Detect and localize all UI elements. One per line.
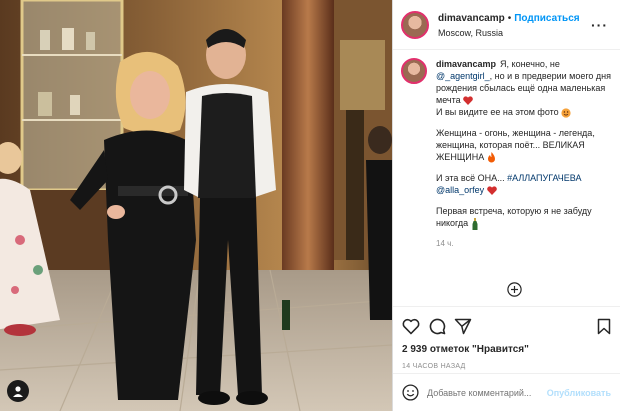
comment-age: 14 ч. bbox=[436, 238, 454, 248]
post-time[interactable]: 14 ЧАСОВ НАЗАД bbox=[402, 363, 611, 370]
likes-number: 2 939 bbox=[402, 344, 428, 355]
post-sidebar: dimavancamp • Подписаться Moscow, Russia ·… bbox=[392, 0, 620, 411]
hashtag-link[interactable]: #АЛЛАПУГАЧЕВА bbox=[507, 173, 581, 183]
share-icon[interactable] bbox=[454, 318, 472, 335]
post-actions: 2 939 отметок "Нравится" 14 ЧАСОВ НАЗАД bbox=[393, 306, 620, 370]
likes-count[interactable]: 2 939 отметок "Нравится" bbox=[402, 344, 611, 355]
caption-username[interactable]: dimavancamp bbox=[436, 59, 496, 69]
bookmark-icon[interactable] bbox=[597, 318, 611, 335]
emoji-icon[interactable] bbox=[402, 384, 419, 401]
caption-avatar[interactable] bbox=[401, 58, 427, 84]
header-username[interactable]: dimavancamp bbox=[438, 13, 505, 24]
separator-dot: • bbox=[507, 12, 512, 24]
publish-button[interactable]: Опубликовать bbox=[547, 388, 611, 398]
post-header: dimavancamp • Подписаться Moscow, Russia ·… bbox=[393, 0, 620, 50]
plus-circle-icon[interactable] bbox=[507, 282, 522, 297]
action-icons bbox=[402, 315, 611, 337]
more-options-icon[interactable]: ··· bbox=[587, 17, 612, 33]
heart-emoji-icon bbox=[463, 96, 473, 106]
likes-label: отметок "Нравится" bbox=[429, 344, 529, 355]
user-icon[interactable] bbox=[7, 380, 29, 402]
fire-emoji-icon bbox=[487, 152, 495, 163]
header-text: dimavancamp • Подписаться Moscow, Russia bbox=[438, 10, 587, 40]
heart-outline-icon[interactable] bbox=[402, 318, 420, 335]
avatar[interactable] bbox=[401, 10, 429, 39]
caption-paragraph-4: Первая встреча, которую я не забуду нико… bbox=[436, 205, 614, 230]
add-comment-bar: Опубликовать bbox=[393, 373, 620, 411]
mention-link[interactable]: @_agentgirl_ bbox=[436, 71, 490, 81]
comments-section: dimavancamp Я, конечно, не @_agentgirl_, … bbox=[401, 58, 614, 306]
location-link[interactable]: Moscow, Russia bbox=[438, 26, 587, 40]
caption-para2: Женщина - огонь, женщина - легенда, женщ… bbox=[436, 128, 595, 162]
caption-paragraph-3: И эта всё ОНА... #АЛЛАПУГАЧЕВА @alla_orf… bbox=[436, 172, 614, 196]
caption-line2: И вы видите ее на этом фото bbox=[436, 107, 559, 117]
caption-line1-before: Я, конечно, не bbox=[500, 59, 560, 69]
caption-text: dimavancamp Я, конечно, не @_agentgirl_, … bbox=[436, 58, 614, 250]
heart-emoji-icon bbox=[486, 186, 497, 196]
photo-illustration bbox=[0, 0, 392, 411]
follow-button[interactable]: Подписаться bbox=[514, 13, 579, 24]
post-photo[interactable] bbox=[0, 0, 392, 411]
caption: dimavancamp Я, конечно, не @_agentgirl_, … bbox=[401, 58, 614, 250]
user-glyph bbox=[13, 386, 23, 397]
mention-link-2[interactable]: @alla_orfey bbox=[436, 185, 484, 195]
comment-input[interactable] bbox=[427, 387, 547, 398]
caption-para4: Первая встреча, которую я не забуду нико… bbox=[436, 206, 592, 229]
caption-para3: И эта всё ОНА... bbox=[436, 173, 505, 184]
caption-paragraph-2: Женщина - огонь, женщина - легенда, женщ… bbox=[436, 127, 614, 163]
champagne-bottle-emoji-icon bbox=[472, 217, 478, 230]
smiling-face-emoji-icon bbox=[561, 108, 571, 118]
comment-icon[interactable] bbox=[428, 317, 446, 335]
post-window: dimavancamp • Подписаться Moscow, Russia ·… bbox=[0, 0, 620, 411]
